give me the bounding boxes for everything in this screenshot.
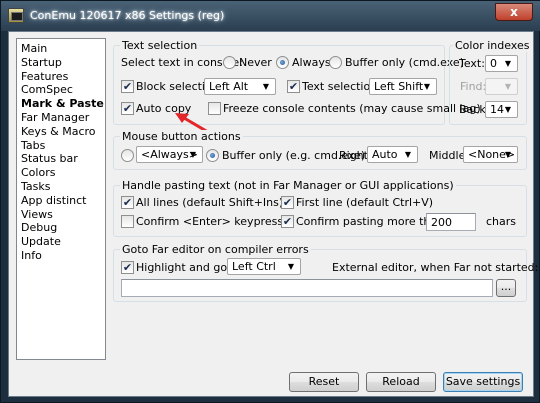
nav-item-keys-macro[interactable]: Keys & Macro (21, 125, 96, 139)
conemu-app-icon[interactable] (8, 8, 24, 23)
right-button-select[interactable]: Auto ▼ (367, 146, 418, 163)
auto-copy-checkbox[interactable] (121, 102, 134, 115)
text-selection-key-select[interactable]: Left Shift ▼ (369, 78, 437, 95)
nav-item-tasks[interactable]: Tasks (21, 180, 50, 194)
mouse-actions-group-title: Mouse button actions (120, 130, 243, 143)
window-title: ConEmu 120617 x86 Settings (reg) (30, 9, 225, 22)
select-always-label[interactable]: Always (292, 56, 331, 69)
nav-item-far-manager[interactable]: Far Manager (21, 111, 89, 125)
first-line-checkbox[interactable] (281, 196, 294, 209)
block-selection-key-select[interactable]: Left Alt ▼ (204, 78, 276, 95)
chevron-down-icon: ▼ (287, 262, 295, 271)
mouse-buffer-only-radio[interactable] (206, 149, 219, 162)
nav-item-info[interactable]: Info (21, 249, 42, 263)
nav-item-debug[interactable]: Debug (21, 221, 57, 235)
color-indexes-group-title: Color indexes (453, 39, 532, 52)
nav-item-update[interactable]: Update (21, 235, 61, 249)
right-button-value: Auto (372, 148, 398, 161)
nav-item-main[interactable]: Main (21, 42, 47, 56)
color-find-select[interactable]: ▼ (485, 78, 518, 95)
settings-window: ConEmu 120617 x86 Settings (reg) x Main S… (0, 0, 540, 403)
select-never-radio[interactable] (223, 56, 236, 69)
goto-far-group-title: Goto Far editor on compiler errors (120, 243, 311, 256)
save-settings-button[interactable]: Save settings (443, 372, 523, 392)
nav-item-status-bar[interactable]: Status bar (21, 152, 78, 166)
chevron-down-icon: ▼ (504, 150, 512, 159)
all-lines-checkbox[interactable] (121, 196, 134, 209)
freeze-console-label[interactable]: Freeze console contents (may cause small… (223, 102, 481, 115)
nav-item-views[interactable]: Views (21, 208, 53, 222)
external-editor-input[interactable] (121, 279, 493, 297)
middle-button-select[interactable]: <None> ▼ (463, 146, 518, 163)
select-buffer-only-label[interactable]: Buffer only (cmd.exe) (345, 56, 464, 69)
settings-client-area: Main Startup Features ComSpec Mark & Paste Fa… (8, 31, 538, 397)
chars-limit-value: 200 (431, 216, 452, 229)
nav-item-features[interactable]: Features (21, 70, 68, 84)
nav-item-comspec[interactable]: ComSpec (21, 83, 73, 97)
select-buffer-only-radio[interactable] (329, 56, 342, 69)
chevron-down-icon: ▼ (504, 59, 512, 68)
highlight-goto-checkbox[interactable] (121, 261, 134, 274)
chevron-down-icon: ▼ (189, 150, 197, 159)
confirm-more-checkbox[interactable] (281, 215, 294, 228)
text-selection-checkbox[interactable] (287, 80, 300, 93)
close-button[interactable]: x (495, 3, 533, 21)
color-back-select[interactable]: 14 ▼ (485, 101, 518, 118)
reload-button[interactable]: Reload (366, 372, 436, 392)
pasting-group-title: Handle pasting text (not in Far Manager … (120, 179, 456, 192)
nav-item-tabs[interactable]: Tabs (21, 139, 45, 153)
chevron-down-icon: ▼ (404, 150, 412, 159)
chars-label: chars (486, 215, 517, 228)
confirm-more-label[interactable]: Confirm pasting more than (296, 215, 444, 228)
confirm-enter-label[interactable]: Confirm <Enter> keypress (136, 215, 283, 228)
color-text-label: Text: (459, 57, 485, 70)
mouse-mode-select[interactable]: <Always> ▼ (136, 146, 203, 163)
select-always-radio[interactable] (276, 56, 289, 69)
highlight-goto-key-value: Left Ctrl (232, 260, 276, 273)
nav-item-mark-paste[interactable]: Mark & Paste (21, 97, 104, 111)
chevron-down-icon: ▼ (423, 82, 431, 91)
all-lines-label[interactable]: All lines (default Shift+Ins) (136, 196, 283, 209)
chevron-down-icon: ▼ (504, 105, 512, 114)
highlight-goto-key-select[interactable]: Left Ctrl ▼ (227, 258, 301, 275)
block-selection-checkbox[interactable] (121, 80, 134, 93)
chevron-down-icon: ▼ (504, 82, 512, 91)
settings-nav-list[interactable]: Main Startup Features ComSpec Mark & Paste Fa… (16, 38, 106, 360)
chars-limit-input[interactable]: 200 (426, 213, 476, 231)
browse-editor-button[interactable]: ... (496, 279, 516, 297)
text-selection-key-value: Left Shift (374, 80, 424, 93)
text-selection-group-title: Text selection (120, 39, 200, 52)
select-never-label[interactable]: Never (239, 56, 272, 69)
text-selection-label[interactable]: Text selection (302, 80, 377, 93)
color-text-value: 0 (490, 57, 497, 70)
block-selection-key-value: Left Alt (209, 80, 249, 93)
mouse-mode-radio[interactable] (121, 149, 134, 162)
color-text-select[interactable]: 0 ▼ (485, 55, 518, 72)
first-line-label[interactable]: First line (default Ctrl+V) (296, 196, 433, 209)
reset-button[interactable]: Reset (289, 372, 359, 392)
title-bar[interactable]: ConEmu 120617 x86 Settings (reg) x (1, 1, 540, 31)
highlight-goto-label[interactable]: Highlight and goto (136, 261, 238, 274)
nav-item-startup[interactable]: Startup (21, 56, 62, 70)
color-find-label: Find: (460, 80, 487, 93)
external-editor-label: External editor, when Far not started: (332, 261, 539, 274)
chevron-down-icon: ▼ (262, 82, 270, 91)
nav-item-colors[interactable]: Colors (21, 166, 55, 180)
nav-item-app-distinct[interactable]: App distinct (21, 194, 86, 208)
confirm-enter-checkbox[interactable] (121, 215, 134, 228)
